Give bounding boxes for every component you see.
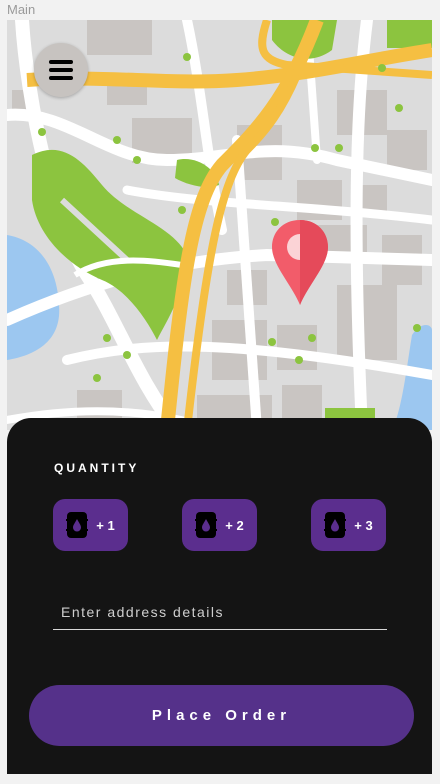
quantity-title: QUANTITY bbox=[54, 461, 140, 475]
quantity-option-label: + 3 bbox=[354, 517, 373, 533]
place-order-button[interactable]: Place Order bbox=[29, 685, 414, 746]
quantity-option-label: + 2 bbox=[225, 517, 244, 533]
menu-button[interactable] bbox=[34, 43, 88, 97]
quantity-option-label: + 1 bbox=[96, 517, 115, 533]
frame-label: Main bbox=[7, 2, 36, 17]
water-drum-icon bbox=[66, 512, 89, 538]
quantity-option-3[interactable]: + 3 bbox=[311, 499, 386, 551]
quantity-option-2[interactable]: + 2 bbox=[182, 499, 257, 551]
hamburger-icon bbox=[49, 56, 73, 84]
order-sheet: QUANTITY + 1 + 2 + 3 Place Order bbox=[7, 418, 432, 774]
address-input[interactable] bbox=[53, 594, 387, 630]
water-drum-icon bbox=[195, 512, 218, 538]
water-drum-icon bbox=[324, 512, 347, 538]
quantity-option-1[interactable]: + 1 bbox=[53, 499, 128, 551]
park-corner bbox=[387, 20, 432, 48]
